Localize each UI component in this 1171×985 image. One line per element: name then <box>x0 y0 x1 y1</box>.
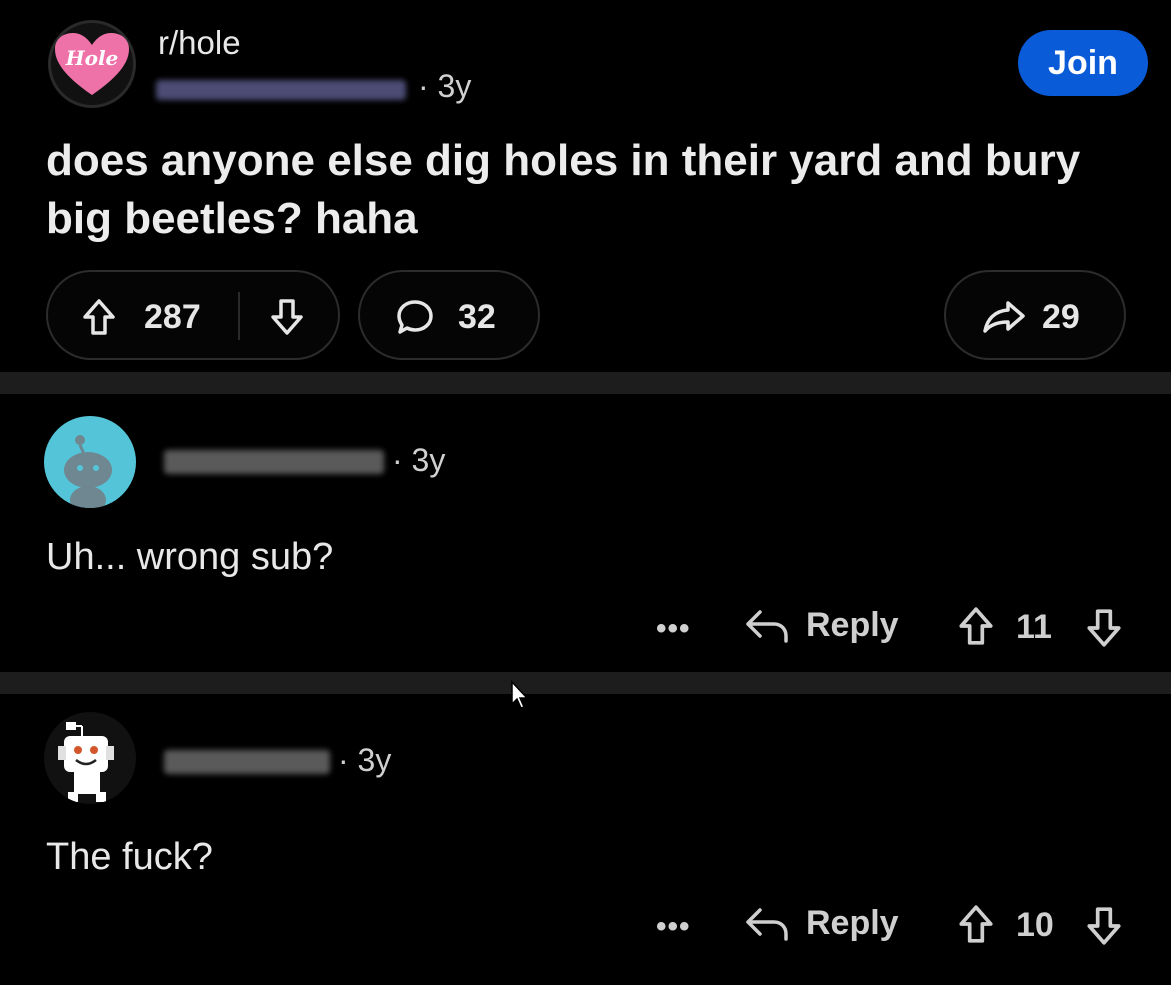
author-username-blurred[interactable] <box>156 80 406 100</box>
comment-count: 32 <box>458 298 496 336</box>
comment-username-blurred[interactable] <box>164 450 384 474</box>
section-divider <box>0 372 1171 394</box>
upvote-icon[interactable] <box>82 298 116 336</box>
reply-arrow-icon <box>744 906 790 942</box>
post-age: · 3y <box>418 68 472 104</box>
post-title[interactable]: does anyone else dig holes in their yard… <box>46 132 1096 248</box>
comments-button[interactable]: 32 <box>358 270 540 360</box>
snoo-avatar-icon <box>64 435 112 508</box>
share-count: 29 <box>1042 298 1080 336</box>
comment-avatar[interactable] <box>44 712 136 804</box>
reply-label: Reply <box>806 606 899 644</box>
comment-age: · 3y <box>392 442 446 478</box>
mouse-cursor-icon <box>511 680 529 709</box>
subreddit-name[interactable]: r/hole <box>158 24 241 62</box>
logo-text: Hole <box>65 46 119 70</box>
downvote-icon[interactable] <box>1084 608 1124 648</box>
more-options-button[interactable]: ••• <box>656 612 691 646</box>
vote-separator <box>238 292 240 340</box>
hole-logo-icon: Hole <box>55 33 129 95</box>
comment-age: · 3y <box>338 742 392 778</box>
downvote-icon[interactable] <box>1084 906 1124 946</box>
comment-text: The fuck? <box>46 836 213 878</box>
comment-bubble-icon <box>396 298 434 336</box>
comment-score: 11 <box>1016 608 1052 646</box>
comment-avatar[interactable] <box>44 416 136 508</box>
robot-snoo-avatar-icon <box>58 722 114 802</box>
section-divider <box>0 672 1171 694</box>
comment-username-blurred[interactable] <box>164 750 330 774</box>
downvote-icon[interactable] <box>270 298 304 336</box>
upvote-icon[interactable] <box>956 606 996 646</box>
subreddit-avatar[interactable]: Hole <box>48 20 136 108</box>
reply-arrow-icon <box>744 608 790 644</box>
reply-button[interactable]: Reply <box>744 904 899 943</box>
upvote-count: 287 <box>144 298 201 336</box>
upvote-icon[interactable] <box>956 904 996 944</box>
comment-text: Uh... wrong sub? <box>46 536 334 578</box>
share-arrow-icon <box>982 300 1026 334</box>
more-options-button[interactable]: ••• <box>656 910 691 944</box>
join-button[interactable]: Join <box>1018 30 1148 96</box>
share-button[interactable]: 29 <box>944 270 1126 360</box>
vote-bar: 287 <box>46 270 340 360</box>
comment-score: 10 <box>1016 906 1054 944</box>
reply-label: Reply <box>806 904 899 942</box>
reply-button[interactable]: Reply <box>744 606 899 645</box>
